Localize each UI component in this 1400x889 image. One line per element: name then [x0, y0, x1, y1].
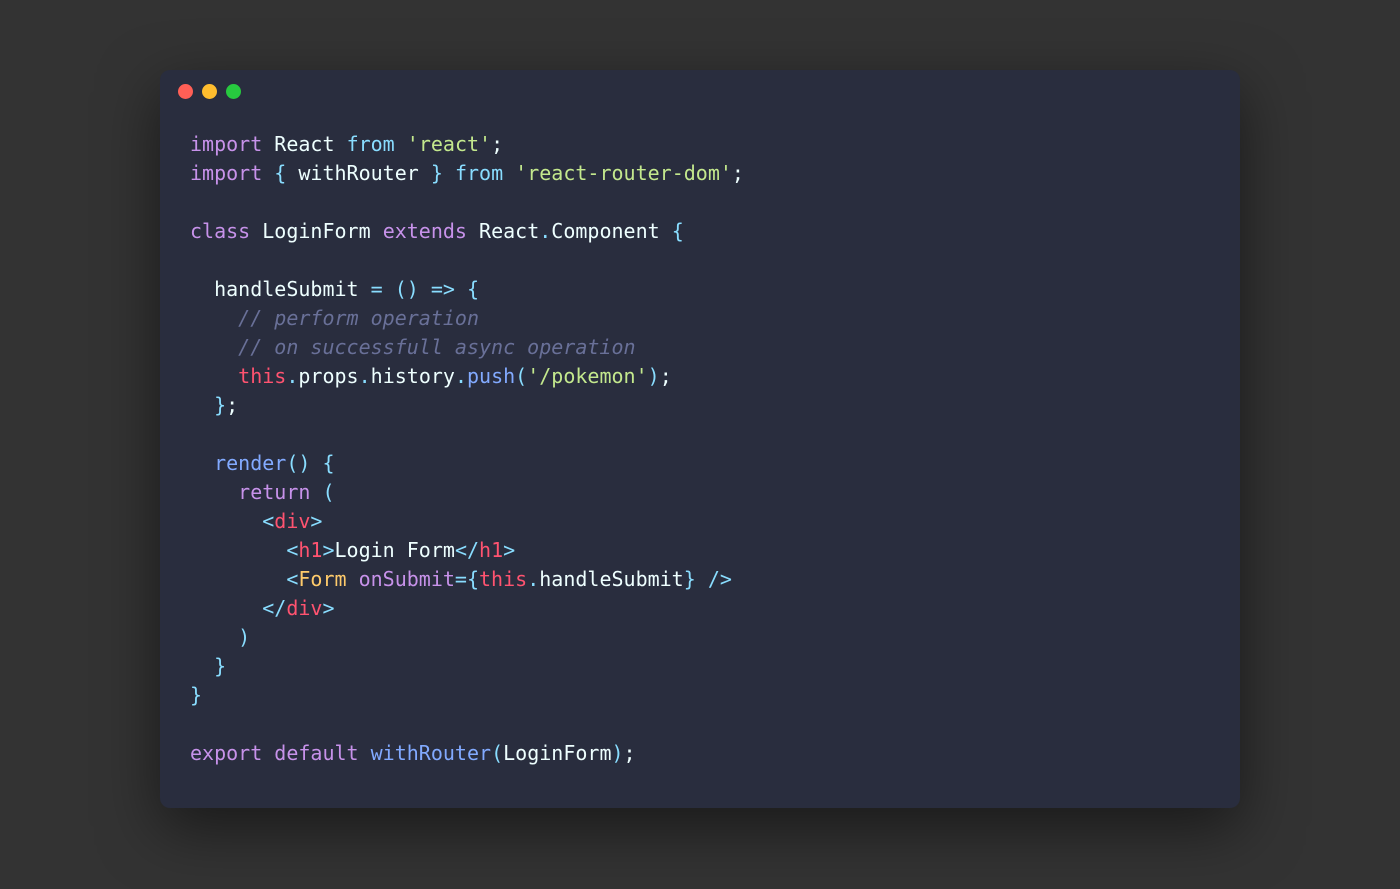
jsx-bracket: >: [322, 596, 334, 620]
keyword-this: this: [238, 364, 286, 388]
ident: LoginForm: [503, 741, 611, 765]
zoom-icon[interactable]: [226, 84, 241, 99]
brace: {: [322, 451, 334, 475]
jsx-tag: div: [286, 596, 322, 620]
jsx-component: Form: [298, 567, 346, 591]
brace: }: [190, 683, 202, 707]
jsx-tag: h1: [298, 538, 322, 562]
string: 'react-router-dom': [515, 161, 732, 185]
punct: .: [455, 364, 467, 388]
brace: {: [467, 277, 479, 301]
brace: {: [672, 219, 684, 243]
jsx-bracket: <: [262, 509, 274, 533]
method-name: render: [214, 451, 286, 475]
paren: ): [611, 741, 623, 765]
jsx-bracket: >: [310, 509, 322, 533]
brace: }: [214, 654, 226, 678]
paren: ): [238, 625, 250, 649]
jsx-bracket: <: [286, 567, 298, 591]
paren: ): [648, 364, 660, 388]
op: =: [455, 567, 467, 591]
keyword: return: [238, 480, 310, 504]
keyword: extends: [383, 219, 467, 243]
string: 'react': [407, 132, 491, 156]
ident: React: [479, 219, 539, 243]
paren: ): [298, 451, 310, 475]
func: withRouter: [371, 741, 491, 765]
jsx-bracket: </: [262, 596, 286, 620]
ident: props: [298, 364, 358, 388]
jsx-tag: h1: [479, 538, 503, 562]
arrow: =>: [431, 277, 455, 301]
method-name: handleSubmit: [214, 277, 359, 301]
punct: .: [527, 567, 539, 591]
punct: ;: [732, 161, 744, 185]
string: '/pokemon': [527, 364, 647, 388]
code-editor[interactable]: import React from 'react'; import { with…: [160, 112, 1240, 808]
paren: (: [322, 480, 334, 504]
ident: React: [274, 132, 334, 156]
keyword: export: [190, 741, 262, 765]
keyword: from: [347, 132, 395, 156]
ident: Component: [551, 219, 659, 243]
brace: {: [274, 161, 286, 185]
punct: .: [539, 219, 551, 243]
op: =: [371, 277, 383, 301]
keyword-this: this: [479, 567, 527, 591]
brace: {: [467, 567, 479, 591]
minimize-icon[interactable]: [202, 84, 217, 99]
brace: }: [431, 161, 443, 185]
jsx-bracket: >: [322, 538, 334, 562]
punct: ;: [660, 364, 672, 388]
punct: ;: [226, 393, 238, 417]
punct: ;: [491, 132, 503, 156]
ident: history: [371, 364, 455, 388]
jsx-bracket: <: [286, 538, 298, 562]
jsx-bracket: />: [708, 567, 732, 591]
paren: (: [286, 451, 298, 475]
brace: }: [214, 393, 226, 417]
jsx-bracket: >: [503, 538, 515, 562]
paren: (: [395, 277, 407, 301]
jsx-attr: onSubmit: [359, 567, 455, 591]
jsx-text: Login Form: [335, 538, 455, 562]
window-titlebar: [160, 70, 1240, 112]
keyword: import: [190, 132, 262, 156]
keyword: from: [455, 161, 503, 185]
ident: handleSubmit: [539, 567, 684, 591]
paren: (: [515, 364, 527, 388]
paren: (: [491, 741, 503, 765]
punct: ;: [624, 741, 636, 765]
comment: // perform operation: [238, 306, 479, 330]
jsx-tag: div: [274, 509, 310, 533]
func: push: [467, 364, 515, 388]
punct: .: [286, 364, 298, 388]
keyword: import: [190, 161, 262, 185]
code-window: import React from 'react'; import { with…: [160, 70, 1240, 808]
paren: ): [407, 277, 419, 301]
close-icon[interactable]: [178, 84, 193, 99]
brace: }: [684, 567, 696, 591]
class-name: LoginForm: [262, 219, 370, 243]
punct: .: [359, 364, 371, 388]
keyword: default: [274, 741, 358, 765]
jsx-bracket: </: [455, 538, 479, 562]
comment: // on successfull async operation: [238, 335, 635, 359]
keyword: class: [190, 219, 250, 243]
ident: withRouter: [298, 161, 418, 185]
